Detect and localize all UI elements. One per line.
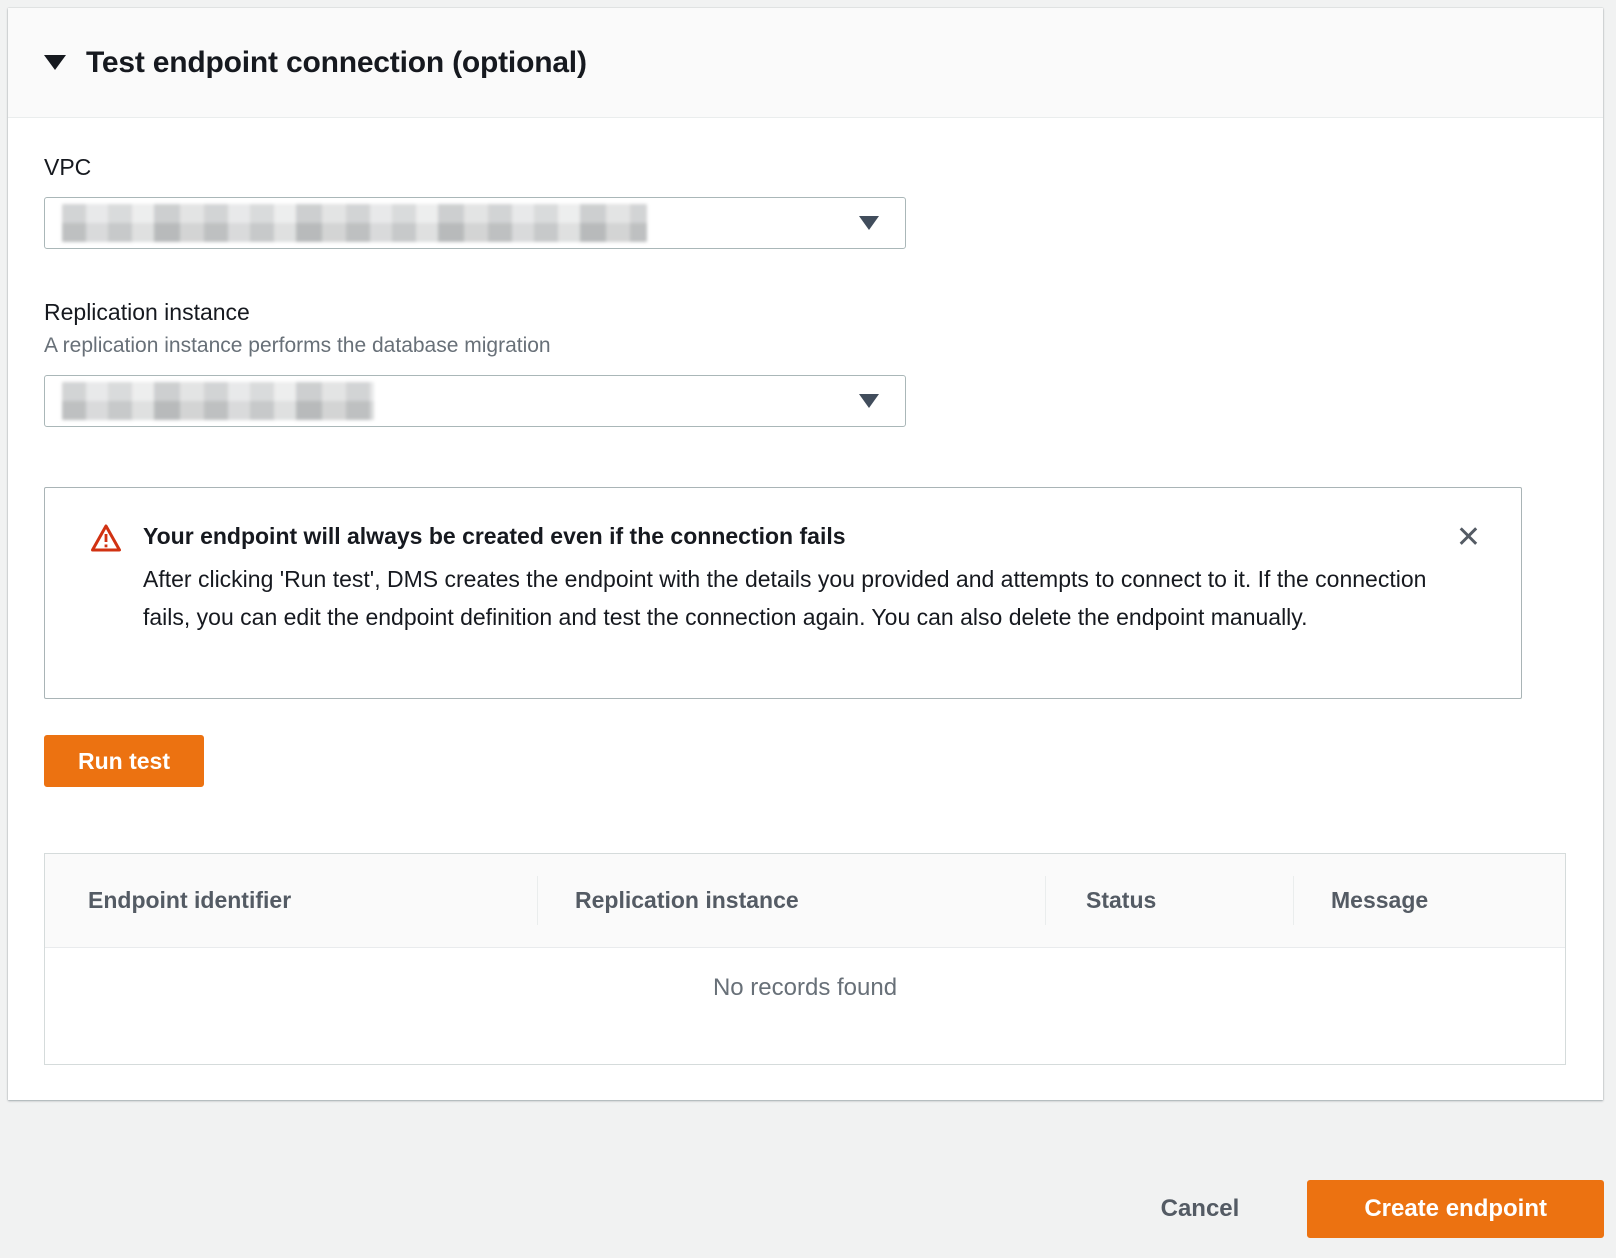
replication-instance-field: Replication instance A replication insta…	[44, 299, 1568, 427]
collapse-triangle-icon	[44, 55, 66, 70]
alert-text: Your endpoint will always be created eve…	[121, 521, 1456, 636]
replication-instance-label: Replication instance	[44, 299, 1568, 326]
column-header-message: Message	[1293, 854, 1565, 947]
column-header-endpoint-identifier: Endpoint identifier	[45, 854, 537, 947]
vpc-label: VPC	[44, 154, 1568, 181]
connection-test-results-table: Endpoint identifier Replication instance…	[44, 853, 1566, 1065]
vpc-field: VPC	[44, 154, 1568, 249]
warning-triangle-icon	[91, 524, 121, 557]
vpc-selected-value-redacted	[62, 204, 647, 242]
table-header-row: Endpoint identifier Replication instance…	[45, 854, 1565, 948]
test-endpoint-connection-panel: Test endpoint connection (optional) VPC …	[8, 8, 1603, 1100]
replication-instance-description: A replication instance performs the data…	[44, 333, 1568, 359]
replication-instance-selected-value-redacted	[62, 382, 374, 420]
create-endpoint-button[interactable]: Create endpoint	[1307, 1180, 1604, 1238]
alert-body: After clicking 'Run test', DMS creates t…	[143, 560, 1436, 636]
section-body: VPC Replication instance A replication i…	[8, 118, 1603, 1065]
cancel-button[interactable]: Cancel	[1161, 1195, 1240, 1223]
vpc-select[interactable]	[44, 197, 906, 249]
section-header-test-endpoint-connection[interactable]: Test endpoint connection (optional)	[8, 8, 1603, 118]
column-header-status: Status	[1045, 854, 1293, 947]
replication-instance-select[interactable]	[44, 375, 906, 427]
endpoint-warning-alert: Your endpoint will always be created eve…	[44, 487, 1522, 699]
run-test-button[interactable]: Run test	[44, 735, 204, 787]
close-icon[interactable]: ✕	[1456, 523, 1481, 553]
form-footer-actions: Cancel Create endpoint	[0, 1180, 1604, 1238]
table-empty-state: No records found	[45, 948, 1565, 1064]
chevron-down-icon	[859, 216, 879, 230]
column-header-replication-instance: Replication instance	[537, 854, 1045, 947]
alert-title: Your endpoint will always be created eve…	[143, 521, 1436, 551]
chevron-down-icon	[859, 394, 879, 408]
section-title: Test endpoint connection (optional)	[86, 46, 587, 80]
